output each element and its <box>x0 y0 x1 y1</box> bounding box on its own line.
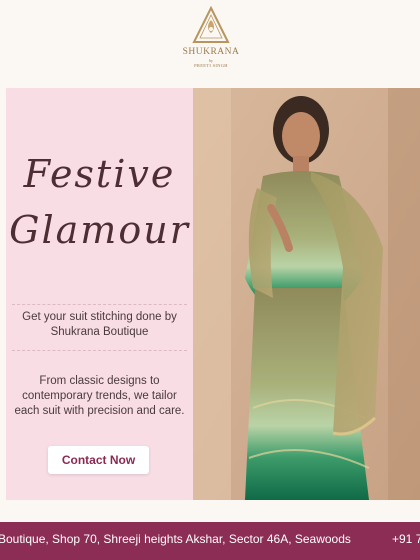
hero-photo <box>193 88 420 500</box>
brand-logo[interactable]: SHUKRANA by PREETI SINGH <box>178 6 244 82</box>
divider <box>12 350 187 351</box>
footer-phone[interactable]: +91 7 <box>392 532 420 546</box>
logo-emblem-icon <box>192 6 230 43</box>
brand-owner: PREETI SINGH <box>194 63 228 68</box>
contact-now-button[interactable]: Contact Now <box>48 446 149 474</box>
divider <box>12 304 187 305</box>
hero-description: From classic designs to contemporary tre… <box>14 375 185 417</box>
hero-text-panel: Festive Glamour Get your suit stitching … <box>6 88 193 500</box>
footer-address-bar: Boutique, Shop 70, Shreeji heights Aksha… <box>0 522 420 560</box>
hero-title-line1: Festive <box>23 152 176 196</box>
model-photo-illustration <box>193 88 420 500</box>
hero-tagline: Get your suit stitching done by Shukrana… <box>22 311 177 338</box>
hero-title-line2: Glamour <box>9 208 190 252</box>
header: SHUKRANA by PREETI SINGH <box>0 0 420 88</box>
brand-name: SHUKRANA <box>182 47 240 57</box>
footer-address: Boutique, Shop 70, Shreeji heights Aksha… <box>0 532 351 546</box>
